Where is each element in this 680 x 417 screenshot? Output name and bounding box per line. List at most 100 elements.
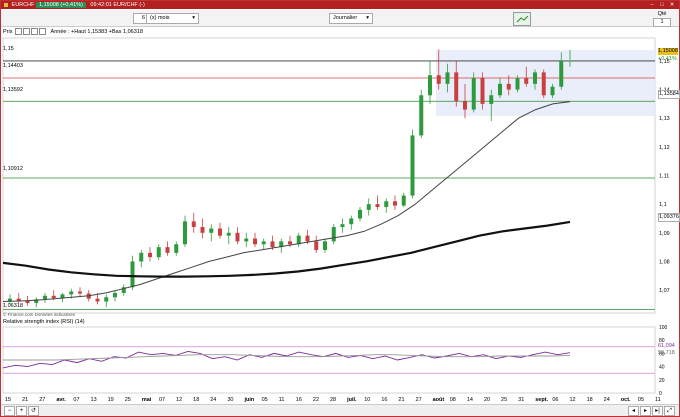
candle-body — [471, 78, 476, 110]
rsi-line — [2, 350, 571, 369]
x-tick-label: 19 — [107, 397, 114, 403]
x-tick-label: 05 — [637, 397, 645, 403]
level-label-106318: 1,06318 — [3, 303, 23, 309]
candle-body — [51, 295, 56, 299]
last-price-tag: 1,15008 — [658, 48, 678, 55]
x-tick-label: 18 — [586, 397, 593, 403]
x-tick-label: 15 — [5, 397, 12, 403]
level-label-113592: 1,13592 — [3, 87, 23, 93]
rsi-panel-header: Relative strength index (RSI) (14) — [3, 319, 85, 325]
x-tick-label: 30 — [227, 397, 234, 403]
ma-value-tag: 1,13584 — [658, 90, 680, 99]
moving-average-line — [2, 220, 571, 278]
candle-body — [130, 261, 135, 288]
candle-body — [200, 227, 205, 233]
candle-body — [515, 78, 520, 90]
candle-body — [445, 72, 450, 84]
level-label-114403: 1,14403 — [3, 63, 23, 69]
candle-body — [209, 228, 214, 233]
candle-body — [288, 241, 292, 245]
bottom-toolbar: − + ↺ ◂ ▸ ▸| ⤢ — [1, 404, 679, 416]
rsi-signal-tag: 56,718 — [658, 350, 675, 356]
candle-body — [261, 241, 266, 245]
candle-body — [156, 247, 161, 258]
candle-body — [253, 238, 257, 245]
y-tick-label: 1,12 — [659, 145, 670, 151]
candle-body — [174, 244, 179, 253]
x-tick-label: avr. — [56, 397, 66, 403]
x-tick-label: 11 — [278, 397, 285, 403]
candle-body — [104, 297, 109, 302]
rsi-tick-label: 100 — [659, 325, 668, 331]
candle-body — [235, 232, 240, 242]
candle-body — [226, 232, 231, 236]
candle-body — [463, 101, 467, 110]
candle-body — [506, 83, 511, 90]
x-tick-label: 22 — [312, 397, 320, 403]
candle-body — [349, 218, 354, 225]
candle-body — [305, 235, 310, 242]
candle-body — [69, 291, 74, 295]
candle-body — [270, 241, 275, 248]
scroll-end-button[interactable]: ▸| — [652, 406, 663, 416]
level-label-110912: 1,10912 — [3, 166, 23, 172]
candle-body — [428, 75, 432, 96]
candle-body — [183, 221, 187, 245]
x-tick-label: 08 — [449, 397, 456, 403]
candle-body — [366, 204, 371, 210]
candle-body — [419, 95, 424, 136]
candle-body — [533, 72, 537, 84]
x-tick-label: 25 — [124, 397, 131, 403]
x-tick-label: oct. — [620, 397, 631, 403]
fit-button[interactable]: ⤢ — [664, 406, 675, 416]
rsi-tick-label: 20 — [659, 378, 665, 384]
candle-body — [480, 78, 485, 104]
candle-body — [498, 83, 502, 96]
x-tick-label: 18 — [193, 397, 200, 403]
x-tick-label: 21 — [22, 397, 29, 403]
x-tick-label: 13 — [90, 397, 97, 403]
x-tick-label: 16 — [295, 397, 302, 403]
y-tick-label: 1,09 — [659, 231, 670, 237]
scroll-right-button[interactable]: ▸ — [640, 406, 651, 416]
x-tick-label: juin — [244, 397, 255, 403]
y-tick-label: 1,1 — [659, 202, 667, 208]
data-credit: © Finance.com Données indicatives — [3, 312, 75, 317]
candle-body — [410, 135, 415, 196]
ma-long-value-tag: 1,09376 — [658, 213, 680, 222]
candle-body — [401, 195, 406, 206]
x-tick-label: 14 — [466, 397, 473, 403]
zoom-out-button[interactable]: − — [4, 406, 15, 416]
candle-body — [550, 86, 555, 96]
candle-body — [78, 291, 82, 294]
candle-body — [375, 204, 380, 208]
candle-body — [340, 224, 345, 228]
price-chart[interactable]: 1,151,141,131,121,111,11,091,081,0710080… — [0, 0, 680, 417]
x-tick-label: 05 — [261, 397, 268, 403]
candle-body — [148, 252, 152, 258]
candle-body — [568, 60, 572, 62]
x-tick-label: 12 — [569, 397, 576, 403]
x-tick-label: sept. — [535, 397, 549, 403]
reset-button[interactable]: ↺ — [28, 406, 39, 416]
candle-body — [113, 292, 117, 298]
y-tick-label: 1,08 — [659, 259, 670, 265]
x-tick-label: 07 — [73, 397, 80, 403]
x-tick-label: août — [432, 397, 445, 403]
x-tick-label: mai — [141, 397, 152, 403]
x-tick-label: 10 — [364, 397, 371, 403]
candle-body — [43, 295, 47, 300]
x-tick-label: 20 — [483, 397, 491, 403]
y-tick-label: 1,11 — [659, 174, 669, 180]
x-tick-label: 27 — [39, 397, 46, 403]
y-tick-label: 1,13 — [659, 116, 670, 122]
candle-body — [314, 241, 319, 250]
candle-body — [191, 221, 196, 228]
candle-body — [436, 75, 441, 84]
x-tick-label: 24 — [603, 397, 610, 403]
candle-body — [393, 201, 397, 206]
scroll-left-button[interactable]: ◂ — [628, 406, 639, 416]
rsi-tick-label: 40 — [659, 365, 665, 371]
zoom-in-button[interactable]: + — [16, 406, 27, 416]
last-change-tag: +0,41% — [658, 56, 677, 62]
